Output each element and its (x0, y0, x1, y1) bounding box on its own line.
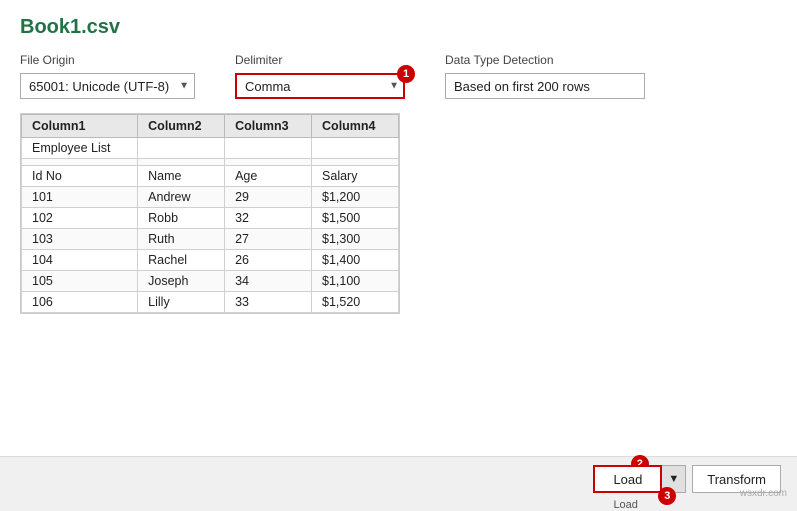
cell-2-3: Salary (312, 166, 399, 187)
bottom-bar: 2 Load ▼ Load 3 Transform wsxdr.com (0, 456, 797, 501)
cell-0-1 (138, 138, 225, 159)
load-button-group: 2 Load ▼ Load 3 (593, 465, 686, 493)
data-type-detection-group: Data Type Detection Based on first 200 r… (445, 53, 645, 99)
cell-6-0: 104 (22, 250, 138, 271)
preview-table-container: Column1 Column2 Column3 Column4 Employee… (20, 113, 400, 314)
table-row: 104Rachel26$1,400 (22, 250, 399, 271)
cell-4-1: Robb (138, 208, 225, 229)
col-header-3: Column3 (225, 115, 312, 138)
cell-7-0: 105 (22, 271, 138, 292)
cell-3-0: 101 (22, 187, 138, 208)
table-row: 105Joseph34$1,100 (22, 271, 399, 292)
cell-3-3: $1,200 (312, 187, 399, 208)
delimiter-group: Delimiter Comma ▼ 1 (235, 53, 405, 99)
controls-row: File Origin 65001: Unicode (UTF-8) ▼ Del… (20, 53, 777, 99)
table-row: 101Andrew29$1,200 (22, 187, 399, 208)
table-row: 106Lilly33$1,520 (22, 292, 399, 313)
file-origin-group: File Origin 65001: Unicode (UTF-8) ▼ (20, 53, 195, 99)
data-type-detection-label: Data Type Detection (445, 53, 645, 67)
cell-2-0: Id No (22, 166, 138, 187)
cell-4-3: $1,500 (312, 208, 399, 229)
cell-8-2: 33 (225, 292, 312, 313)
preview-table: Column1 Column2 Column3 Column4 Employee… (21, 114, 399, 313)
cell-1-1 (138, 159, 225, 166)
cell-5-1: Ruth (138, 229, 225, 250)
load-button[interactable]: Load (593, 465, 662, 493)
file-origin-select-wrapper[interactable]: 65001: Unicode (UTF-8) ▼ (20, 73, 195, 99)
cell-0-0: Employee List (22, 138, 138, 159)
cell-7-1: Joseph (138, 271, 225, 292)
delimiter-select[interactable]: Comma (235, 73, 405, 99)
table-header-row: Column1 Column2 Column3 Column4 (22, 115, 399, 138)
cell-5-3: $1,300 (312, 229, 399, 250)
cell-3-2: 29 (225, 187, 312, 208)
file-origin-label: File Origin (20, 53, 195, 67)
table-row: 102Robb32$1,500 (22, 208, 399, 229)
cell-1-3 (312, 159, 399, 166)
cell-5-2: 27 (225, 229, 312, 250)
cell-1-0 (22, 159, 138, 166)
cell-0-3 (312, 138, 399, 159)
delimiter-label: Delimiter (235, 53, 405, 67)
cell-7-2: 34 (225, 271, 312, 292)
cell-7-3: $1,100 (312, 271, 399, 292)
cell-4-0: 102 (22, 208, 138, 229)
table-row: Id NoNameAgeSalary (22, 166, 399, 187)
data-type-detection-value: Based on first 200 rows (445, 73, 645, 99)
cell-8-3: $1,520 (312, 292, 399, 313)
file-origin-select[interactable]: 65001: Unicode (UTF-8) (20, 73, 195, 99)
cell-6-2: 26 (225, 250, 312, 271)
cell-2-2: Age (225, 166, 312, 187)
cell-5-0: 103 (22, 229, 138, 250)
main-container: Book1.csv File Origin 65001: Unicode (UT… (0, 0, 797, 501)
col-header-1: Column1 (22, 115, 138, 138)
delimiter-select-wrapper[interactable]: Comma ▼ 1 (235, 73, 405, 99)
cell-8-1: Lilly (138, 292, 225, 313)
cell-2-1: Name (138, 166, 225, 187)
cell-4-2: 32 (225, 208, 312, 229)
cell-6-3: $1,400 (312, 250, 399, 271)
table-row: Employee List (22, 138, 399, 159)
col-header-2: Column2 (138, 115, 225, 138)
cell-0-2 (225, 138, 312, 159)
col-header-4: Column4 (312, 115, 399, 138)
delimiter-badge: 1 (397, 65, 415, 83)
cell-3-1: Andrew (138, 187, 225, 208)
cell-1-2 (225, 159, 312, 166)
table-row: 103Ruth27$1,300 (22, 229, 399, 250)
cell-6-1: Rachel (138, 250, 225, 271)
page-title: Book1.csv (20, 16, 777, 39)
badge-3: 3 (658, 487, 676, 505)
watermark: wsxdr.com (740, 488, 787, 499)
table-row (22, 159, 399, 166)
cell-8-0: 106 (22, 292, 138, 313)
